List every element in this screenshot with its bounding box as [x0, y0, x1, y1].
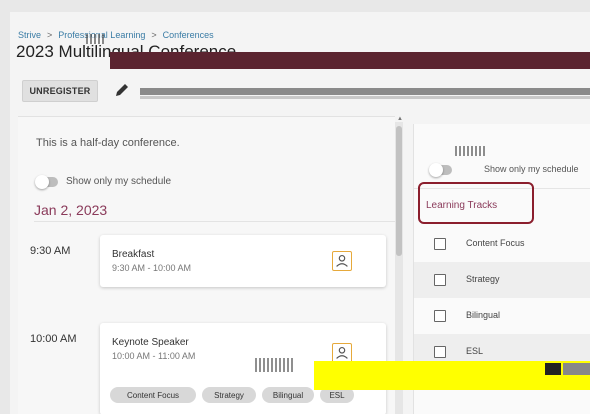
show-my-schedule-label: Show only my schedule — [66, 176, 172, 187]
track-label: ESL — [466, 346, 484, 356]
track-row[interactable]: Bilingual — [414, 298, 590, 334]
breadcrumb-separator: > — [47, 30, 53, 40]
track-label: Content Focus — [466, 238, 525, 248]
track-row[interactable]: Content Focus — [414, 226, 590, 262]
tag-chip[interactable]: Strategy — [202, 387, 256, 403]
tag-chip[interactable]: Bilingual — [262, 387, 314, 403]
session-range: 10:00 AM - 11:00 AM — [112, 351, 196, 361]
highlight-box — [418, 182, 534, 224]
track-row[interactable]: Strategy — [414, 262, 590, 298]
noise-artifact — [455, 146, 485, 156]
breadcrumb: Strive > Professional Learning > Confere… — [18, 30, 214, 40]
checkbox[interactable] — [434, 310, 446, 322]
breadcrumb-conferences[interactable]: Conferences — [163, 30, 214, 40]
noise-artifact — [255, 358, 295, 372]
toolbar: UNREGISTER — [18, 76, 590, 102]
scrollbar-thumb[interactable] — [396, 126, 402, 256]
show-my-schedule-toggle[interactable] — [429, 163, 452, 177]
show-my-schedule-toggle[interactable] — [35, 175, 58, 189]
overlay-block — [545, 363, 561, 375]
tag-chip[interactable]: Content Focus — [110, 387, 196, 403]
toolbar-divider — [140, 88, 590, 95]
track-label: Bilingual — [466, 310, 501, 320]
checkbox[interactable] — [434, 274, 446, 286]
add-to-schedule-icon[interactable] — [332, 343, 352, 363]
schedule-date: Jan 2, 2023 — [34, 202, 108, 218]
toolbar-divider-light — [140, 96, 590, 99]
date-divider — [34, 221, 398, 222]
breadcrumb-separator: > — [151, 30, 157, 40]
breadcrumb-strive[interactable]: Strive — [18, 30, 41, 40]
unregister-button[interactable]: UNREGISTER — [22, 80, 98, 102]
add-to-schedule-icon[interactable] — [332, 251, 352, 271]
title-overlay-bar — [110, 52, 590, 69]
session-card-breakfast[interactable]: Breakfast 9:30 AM - 10:00 AM — [100, 235, 386, 287]
session-time: 9:30 AM — [30, 245, 71, 257]
conference-description: This is a half-day conference. — [36, 137, 180, 149]
app-frame: Strive > Professional Learning > Confere… — [10, 12, 590, 414]
checkbox[interactable] — [434, 238, 446, 250]
show-my-schedule-label: Show only my schedule — [484, 164, 579, 174]
checkbox[interactable] — [434, 346, 446, 358]
pencil-icon[interactable] — [114, 82, 130, 98]
session-name: Breakfast — [112, 249, 155, 260]
session-time: 10:00 AM — [30, 333, 77, 345]
session-name: Keynote Speaker — [112, 337, 189, 348]
track-label: Strategy — [466, 274, 500, 284]
noise-artifact — [86, 34, 104, 44]
session-range: 9:30 AM - 10:00 AM — [112, 263, 192, 273]
overlay-block — [563, 363, 590, 375]
